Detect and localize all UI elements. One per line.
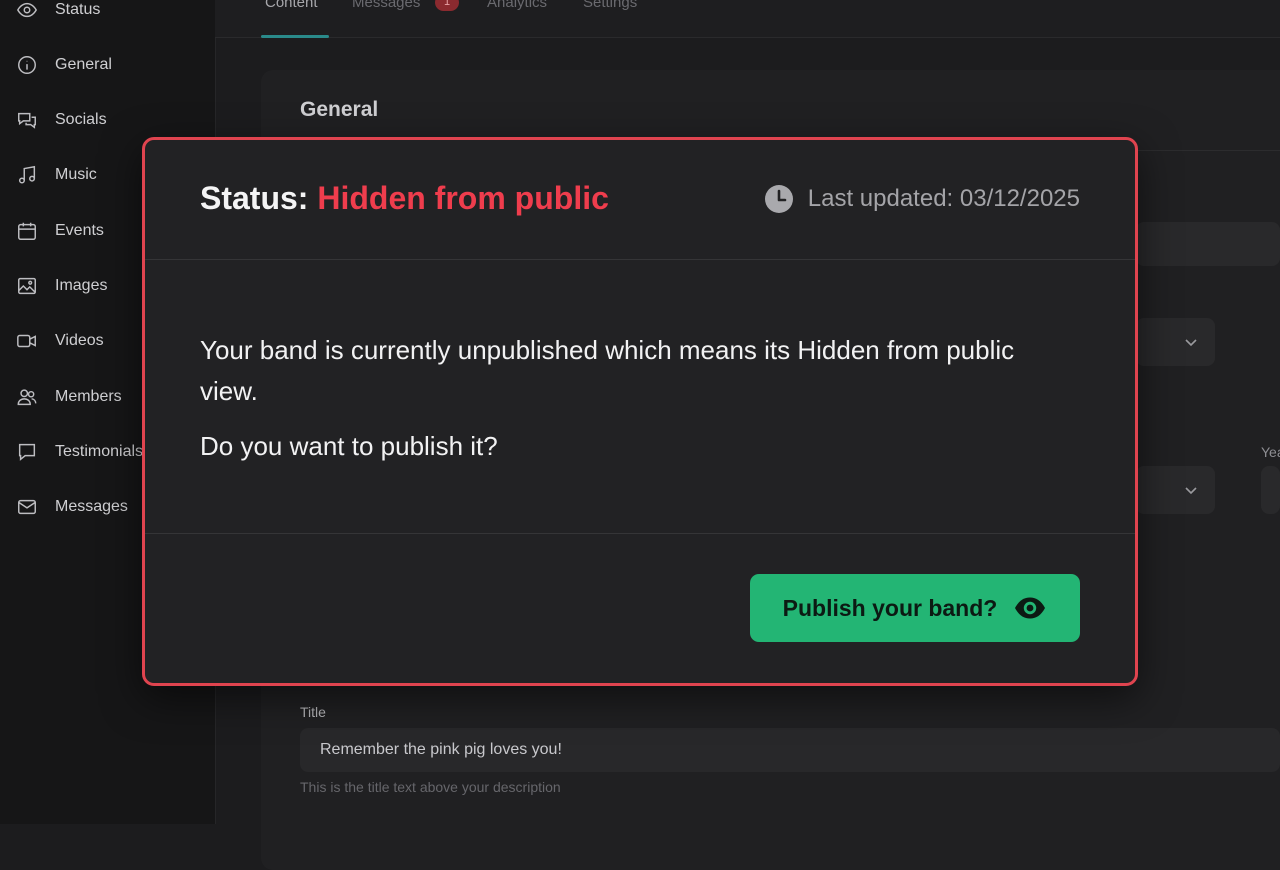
last-updated-text: Last updated: 03/12/2025 xyxy=(807,185,1080,212)
sidebar-item-status[interactable]: Status xyxy=(16,0,206,23)
chevron-down-icon xyxy=(1185,339,1197,347)
modal-header: Status: Hidden from public Last updated:… xyxy=(145,140,1135,260)
status-value: Hidden from public xyxy=(317,180,609,216)
modal-body: Your band is currently unpublished which… xyxy=(200,330,1060,467)
sidebar-item-label: Testimonials xyxy=(55,443,144,460)
card-title: General xyxy=(300,98,379,121)
tab-messages[interactable]: Messages xyxy=(352,0,420,11)
chat-bubbles-icon xyxy=(18,112,36,129)
info-icon xyxy=(18,56,36,74)
modal-status-title: Status: Hidden from public xyxy=(200,180,609,217)
sidebar-item-general[interactable]: General xyxy=(16,52,206,78)
background-select[interactable] xyxy=(1136,318,1215,366)
sidebar-item-label: Videos xyxy=(55,332,104,349)
background-select[interactable] xyxy=(1136,466,1215,514)
title-help-text: This is the title text above your descri… xyxy=(300,779,561,795)
modal-message: Your band is currently unpublished which… xyxy=(200,335,1015,406)
music-note-icon xyxy=(18,165,36,184)
tab-settings[interactable]: Settings xyxy=(583,0,637,11)
publish-status-modal: Status: Hidden from public Last updated:… xyxy=(142,137,1138,686)
sidebar-item-label: Members xyxy=(55,388,122,405)
title-input[interactable] xyxy=(300,728,1280,772)
users-icon xyxy=(17,389,37,406)
eye-icon xyxy=(17,2,37,18)
sidebar-item-label: Messages xyxy=(55,498,128,515)
active-tab-indicator xyxy=(261,35,329,38)
sidebar-item-label: Images xyxy=(55,277,108,294)
publish-button-label: Publish your band? xyxy=(782,594,998,621)
background-input[interactable] xyxy=(1136,222,1280,266)
sidebar-item-socials[interactable]: Socials xyxy=(16,107,206,133)
modal-question: Do you want to publish it? xyxy=(200,431,498,461)
sidebar-item-label: Socials xyxy=(55,111,107,128)
clock-icon xyxy=(764,185,793,213)
tab-analytics[interactable]: Analytics xyxy=(487,0,547,11)
year-label: Yea xyxy=(1261,444,1280,460)
message-bubble-icon xyxy=(18,443,36,461)
unread-badge: 1 xyxy=(435,0,459,11)
last-updated: Last updated: 03/12/2025 xyxy=(764,184,1080,214)
eye-icon xyxy=(1015,597,1046,619)
video-camera-icon xyxy=(17,334,36,348)
envelope-icon xyxy=(18,499,36,515)
sidebar-item-label: General xyxy=(55,56,112,73)
chevron-down-icon xyxy=(1185,487,1197,495)
image-icon xyxy=(18,277,36,295)
title-label: Title xyxy=(300,704,326,720)
modal-footer-divider xyxy=(145,533,1135,534)
status-prefix: Status: xyxy=(200,180,309,216)
year-input[interactable] xyxy=(1261,466,1280,514)
sidebar-item-label: Status xyxy=(55,1,101,18)
publish-band-button[interactable]: Publish your band? xyxy=(750,574,1080,642)
sidebar-item-label: Events xyxy=(55,222,104,239)
tab-content[interactable]: Content xyxy=(265,0,318,11)
sidebar-item-label: Music xyxy=(55,166,97,183)
calendar-icon xyxy=(18,222,36,240)
